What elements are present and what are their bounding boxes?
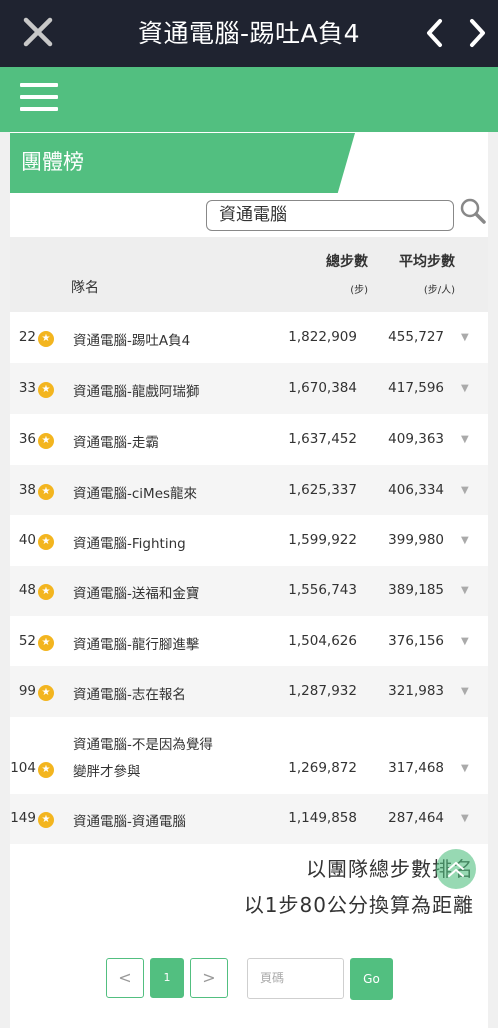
table-row[interactable]: 36 ★ 資通電腦-走霸 1,637,452 409,363 ▼ — [10, 414, 488, 465]
team-name: 資通電腦-資通電腦 — [73, 814, 186, 830]
expand-icon[interactable]: ▼ — [461, 813, 473, 824]
total-steps: 1,149,858 — [288, 810, 357, 826]
team-name: 資通電腦-走霸 — [73, 435, 159, 451]
star-icon: ★ — [38, 584, 54, 600]
team-name: 資通電腦-Fighting — [73, 536, 186, 552]
total-steps: 1,287,932 — [288, 683, 357, 699]
expand-icon[interactable]: ▼ — [461, 636, 473, 647]
expand-icon[interactable]: ▼ — [461, 585, 473, 596]
table-row[interactable]: 48 ★ 資通電腦-送福和金寶 1,556,743 389,185 ▼ — [10, 566, 488, 616]
total-steps: 1,822,909 — [288, 329, 357, 345]
page-title: 資通電腦-踢吐A負4 — [137, 19, 361, 48]
rank: 33 — [18, 380, 36, 396]
rank: 52 — [18, 633, 36, 649]
avg-steps: 321,983 — [388, 683, 444, 699]
current-page-button[interactable]: 1 — [150, 958, 184, 998]
hamburger-menu-icon[interactable] — [20, 83, 58, 115]
section-tab: 團體榜 — [10, 133, 355, 193]
column-total-unit: (步) — [350, 285, 368, 296]
star-icon: ★ — [38, 635, 54, 651]
section-title: 團體榜 — [21, 150, 84, 174]
distance-note: 以1步80公分換算為距離 — [243, 893, 474, 917]
total-steps: 1,269,872 — [288, 760, 357, 776]
avg-steps: 287,464 — [388, 810, 444, 826]
total-steps: 1,556,743 — [288, 582, 357, 598]
total-steps: 1,670,384 — [288, 380, 357, 396]
team-name: 資通電腦-ciMes龍來 — [73, 486, 198, 502]
total-steps: 1,504,626 — [288, 633, 357, 649]
rank: 36 — [18, 431, 36, 447]
star-icon: ★ — [38, 382, 54, 398]
table-row[interactable]: 52 ★ 資通電腦-龍行腳進擊 1,504,626 376,156 ▼ — [10, 616, 488, 666]
team-name: 資通電腦-龍戲阿瑞獅 — [73, 384, 200, 400]
rank: 104 — [10, 760, 36, 776]
avg-steps: 406,334 — [388, 482, 444, 498]
prev-page-button[interactable]: < — [106, 958, 144, 998]
expand-icon[interactable]: ▼ — [461, 686, 473, 697]
close-icon[interactable] — [18, 12, 58, 52]
expand-icon[interactable]: ▼ — [461, 383, 473, 394]
rank: 22 — [18, 329, 36, 345]
expand-icon[interactable]: ▼ — [461, 434, 473, 445]
rank: 40 — [18, 532, 36, 548]
table-row[interactable]: 38 ★ 資通電腦-ciMes龍來 1,625,337 406,334 ▼ — [10, 465, 488, 515]
column-avg-unit: (步/人) — [423, 285, 455, 296]
table-row[interactable]: 149 ★ 資通電腦-資通電腦 1,149,858 287,464 ▼ — [10, 794, 488, 844]
chevron-left-icon[interactable] — [420, 16, 450, 50]
column-team: 隊名 — [71, 280, 99, 296]
team-name: 資通電腦-踢吐A負4 — [73, 333, 191, 349]
expand-icon[interactable]: ▼ — [461, 485, 473, 496]
page-number-input[interactable]: 頁碼 — [247, 958, 344, 999]
team-name: 資通電腦-送福和金寶 — [73, 586, 200, 602]
chevron-right-icon[interactable] — [462, 16, 492, 50]
total-steps: 1,637,452 — [288, 431, 357, 447]
avg-steps: 399,980 — [388, 532, 444, 548]
team-name: 資通電腦-龍行腳進擊 — [73, 637, 200, 653]
expand-icon[interactable]: ▼ — [461, 763, 473, 774]
rank: 149 — [10, 810, 36, 826]
menu-bar — [0, 67, 498, 132]
total-steps: 1,625,337 — [288, 482, 357, 498]
avg-steps: 376,156 — [388, 633, 444, 649]
star-icon: ★ — [38, 433, 54, 449]
team-name: 資通電腦-志在報名 — [73, 687, 186, 703]
star-icon: ★ — [38, 331, 54, 347]
search-input[interactable]: 資通電腦 — [206, 200, 454, 231]
avg-steps: 317,468 — [388, 760, 444, 776]
rank: 99 — [18, 683, 36, 699]
avg-steps: 409,363 — [388, 431, 444, 447]
top-bar: 資通電腦-踢吐A負4 — [0, 0, 498, 67]
table-row[interactable]: 99 ★ 資通電腦-志在報名 1,287,932 321,983 ▼ — [10, 666, 488, 717]
expand-icon[interactable]: ▼ — [461, 535, 473, 546]
rank: 48 — [18, 582, 36, 598]
ranking-note: 以團隊總步數排名 — [306, 857, 474, 881]
star-icon: ★ — [38, 685, 54, 701]
team-name-line2: 變胖才參與 — [73, 764, 141, 780]
table-row[interactable]: 104 ★ 資通電腦-不是因為覺得 變胖才參與 1,269,872 317,46… — [10, 717, 488, 794]
star-icon: ★ — [38, 812, 54, 828]
avg-steps: 455,727 — [388, 329, 444, 345]
rank: 38 — [18, 482, 36, 498]
table-row[interactable]: 40 ★ 資通電腦-Fighting 1,599,922 399,980 ▼ — [10, 515, 488, 566]
team-name-line1: 資通電腦-不是因為覺得 — [73, 737, 213, 753]
star-icon: ★ — [38, 534, 54, 550]
next-page-button[interactable]: > — [190, 958, 228, 998]
avg-steps: 417,596 — [388, 380, 444, 396]
star-icon: ★ — [38, 762, 54, 778]
expand-icon[interactable]: ▼ — [461, 332, 473, 343]
column-avg-steps: 平均步數 — [399, 254, 455, 270]
go-button[interactable]: Go — [350, 958, 393, 1000]
chevron-up-icon — [448, 861, 464, 877]
total-steps: 1,599,922 — [288, 532, 357, 548]
avg-steps: 389,185 — [388, 582, 444, 598]
search-icon[interactable] — [459, 197, 487, 225]
table-row[interactable]: 22 ★ 資通電腦-踢吐A負4 1,822,909 455,727 ▼ — [10, 312, 488, 363]
scroll-top-button[interactable] — [436, 849, 476, 889]
star-icon: ★ — [38, 484, 54, 500]
column-total-steps: 總步數 — [326, 254, 368, 270]
table-row[interactable]: 33 ★ 資通電腦-龍戲阿瑞獅 1,670,384 417,596 ▼ — [10, 363, 488, 414]
table-header: 隊名 總步數 (步) 平均步數 (步/人) — [10, 237, 488, 312]
